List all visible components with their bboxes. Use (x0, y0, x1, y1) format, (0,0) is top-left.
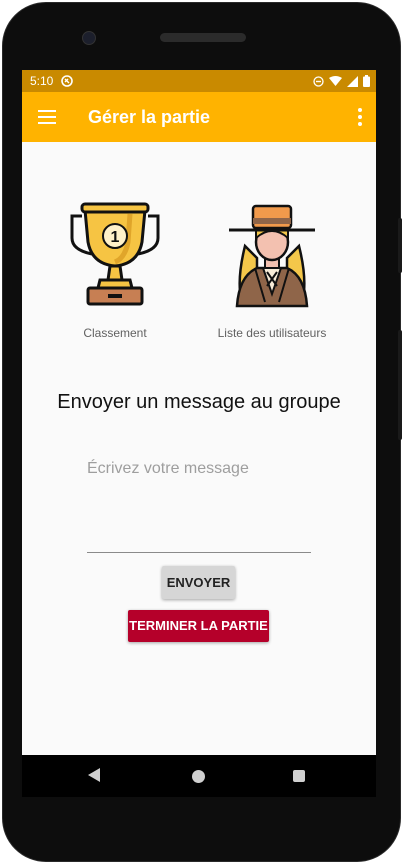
recent-apps-icon[interactable] (293, 770, 305, 782)
message-input[interactable]: Écrivez votre message (87, 450, 311, 553)
svg-text:1: 1 (111, 229, 120, 246)
status-time: 5:10 (30, 74, 54, 88)
users-list-label: Liste des utilisateurs (217, 326, 327, 340)
trophy-icon: 1 (70, 202, 160, 306)
wifi-icon (329, 75, 342, 86)
home-icon[interactable] (192, 770, 205, 783)
back-icon[interactable] (88, 768, 100, 782)
app-bar: Gérer la partie (22, 92, 376, 142)
status-bar: 5:10 (22, 70, 376, 92)
signal-icon (347, 75, 358, 87)
navigation-bar (22, 755, 376, 797)
hamburger-menu-icon[interactable] (38, 110, 56, 124)
send-message-heading: Envoyer un message au groupe (57, 391, 341, 413)
users-list-tile[interactable]: Liste des utilisateurs (209, 198, 335, 340)
do-not-disturb-icon (313, 75, 324, 87)
volume-button (398, 218, 402, 273)
battery-icon (363, 75, 370, 87)
front-camera (82, 31, 96, 45)
send-button[interactable]: ENVOYER (162, 566, 235, 599)
ranking-tile[interactable]: 1 Classement (60, 198, 170, 340)
ranking-label: Classement (83, 326, 147, 340)
detective-user-icon (229, 204, 315, 308)
page-title: Gérer la partie (88, 106, 211, 127)
overflow-menu-icon[interactable] (358, 108, 362, 126)
message-placeholder: Écrivez votre message (87, 460, 249, 477)
end-game-button[interactable]: TERMINER LA PARTIE (128, 610, 269, 642)
power-button (398, 330, 402, 440)
app-screen: 5:10 Gérer la partie 1 Classement Liste … (22, 70, 376, 797)
earpiece-speaker (160, 33, 246, 42)
app-notification-icon (61, 75, 74, 87)
